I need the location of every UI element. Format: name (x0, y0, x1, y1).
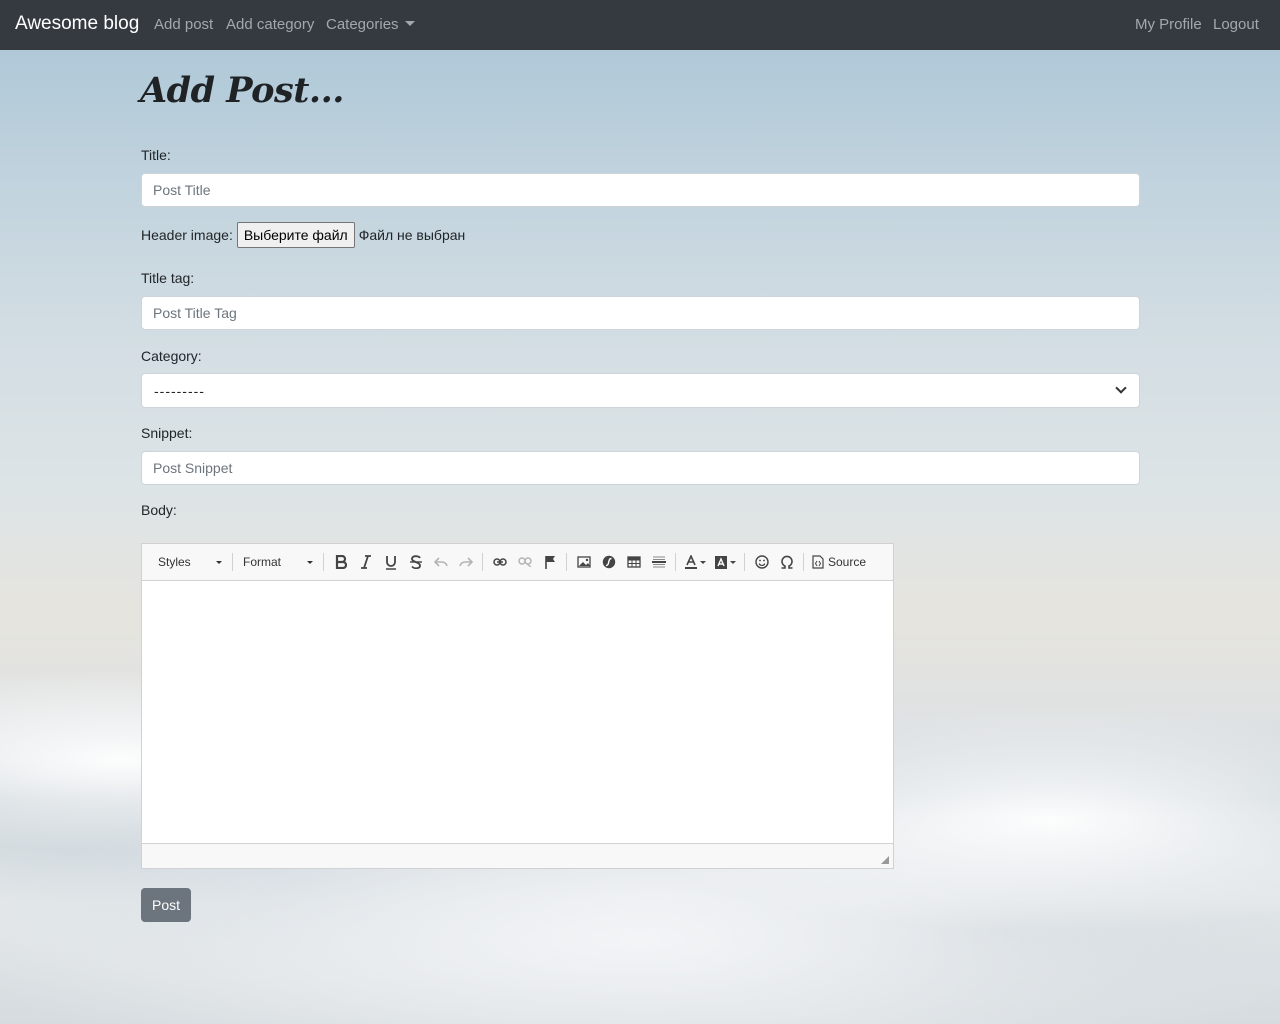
choose-file-button[interactable]: Выберите файл (236, 222, 355, 248)
flash-icon[interactable] (596, 550, 621, 574)
title-tag-input[interactable] (141, 296, 1140, 330)
caret-down-icon (404, 21, 415, 26)
toolbar-separator (744, 553, 745, 571)
snippet-input[interactable] (141, 451, 1140, 485)
table-icon[interactable] (621, 550, 646, 574)
horizontal-rule-icon[interactable] (646, 550, 671, 574)
title-tag-label: Title tag: (141, 270, 195, 286)
styles-combo[interactable]: Styles (152, 550, 228, 574)
page-title: Add Post... (140, 70, 344, 111)
format-combo[interactable]: Format (237, 550, 319, 574)
category-select[interactable]: --------- (141, 373, 1140, 408)
nav-my-profile[interactable]: My Profile (1135, 16, 1202, 33)
editor-toolbar: Styles Format Source (142, 544, 893, 581)
body-label: Body: (141, 502, 177, 518)
nav-categories-dropdown[interactable]: Categories (326, 16, 415, 33)
rich-text-editor: Styles Format Source (141, 543, 894, 869)
undo-icon[interactable] (428, 550, 453, 574)
toolbar-separator (232, 553, 233, 571)
header-image-label: Header image: (141, 227, 233, 243)
editor-content-area[interactable] (142, 581, 893, 843)
source-icon (812, 555, 824, 569)
source-button[interactable]: Source (808, 550, 870, 574)
resize-handle-icon[interactable] (881, 856, 889, 864)
source-label: Source (828, 555, 867, 569)
header-image-row: Header image: Выберите файл Файл не выбр… (141, 222, 465, 248)
toolbar-separator (675, 553, 676, 571)
category-label: Category: (141, 348, 202, 364)
dropdown-arrow-icon (699, 560, 706, 564)
link-icon[interactable] (487, 550, 512, 574)
snippet-label: Snippet: (141, 425, 193, 441)
image-icon[interactable] (571, 550, 596, 574)
file-status: Файл не выбран (358, 227, 466, 243)
background-color-icon[interactable] (710, 550, 740, 574)
bold-icon[interactable] (328, 550, 353, 574)
title-input[interactable] (141, 173, 1140, 207)
editor-status-bar (142, 843, 893, 868)
italic-icon[interactable] (353, 550, 378, 574)
smiley-icon[interactable] (749, 550, 774, 574)
anchor-flag-icon[interactable] (537, 550, 562, 574)
redo-icon[interactable] (453, 550, 478, 574)
combo-arrow-icon (307, 560, 313, 564)
post-submit-button[interactable]: Post (141, 888, 191, 922)
underline-icon[interactable] (378, 550, 403, 574)
toolbar-separator (323, 553, 324, 571)
nav-add-post[interactable]: Add post (154, 16, 213, 33)
nav-logout[interactable]: Logout (1213, 16, 1259, 33)
toolbar-separator (566, 553, 567, 571)
brand-link[interactable]: Awesome blog (15, 13, 139, 35)
title-label: Title: (141, 147, 171, 163)
nav-add-category[interactable]: Add category (226, 16, 314, 33)
toolbar-separator (482, 553, 483, 571)
text-color-icon[interactable] (680, 550, 710, 574)
navbar: Awesome blog Add post Add category Categ… (0, 0, 1280, 50)
format-combo-label: Format (243, 555, 282, 569)
unlink-icon[interactable] (512, 550, 537, 574)
strikethrough-icon[interactable] (403, 550, 428, 574)
toolbar-separator (803, 553, 804, 571)
combo-arrow-icon (216, 560, 222, 564)
chevron-down-icon (1115, 382, 1127, 394)
nav-categories-label: Categories (326, 16, 399, 33)
dropdown-arrow-icon (729, 560, 736, 564)
styles-combo-label: Styles (158, 555, 191, 569)
category-selected-value: --------- (154, 382, 205, 399)
special-char-icon[interactable] (774, 550, 799, 574)
